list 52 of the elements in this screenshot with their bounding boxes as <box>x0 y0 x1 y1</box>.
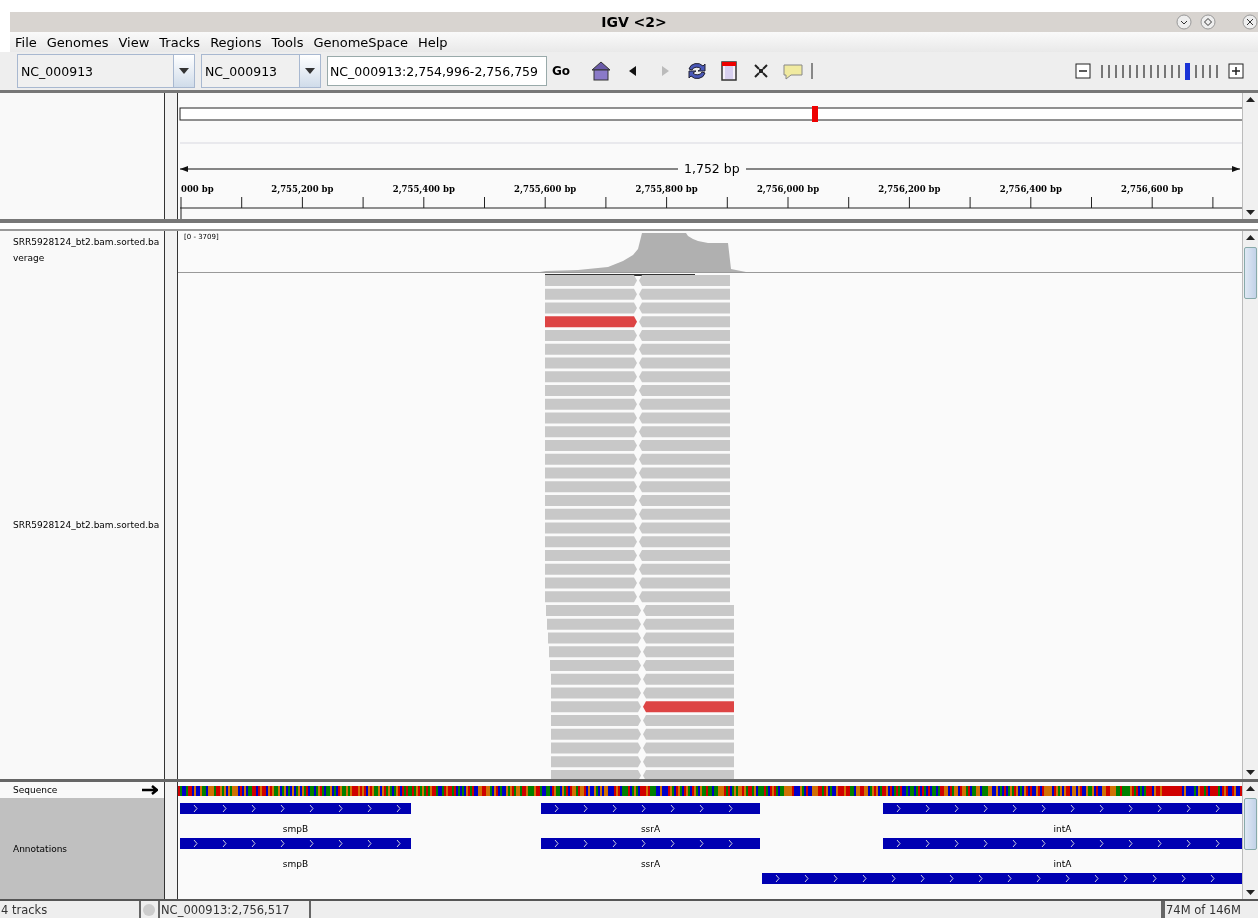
position-label: 2,755,400 bp <box>392 184 455 194</box>
arrow-icon[interactable] <box>142 784 158 796</box>
menu-item[interactable]: Tracks <box>154 34 206 50</box>
window-title: IGV <2> <box>601 14 667 30</box>
minimize-icon[interactable] <box>1176 14 1192 30</box>
span-label: 1,752 bp <box>678 161 746 176</box>
scrollbar-thumb[interactable] <box>1244 247 1257 299</box>
track-name: SRR5928124_bt2.bam.sorted.ba <box>13 519 160 532</box>
gene-label: ssrA <box>640 859 661 869</box>
menu-item[interactable]: Genomes <box>41 34 114 50</box>
gene-label: smpB <box>282 824 309 834</box>
scrollbar[interactable] <box>1242 231 1258 779</box>
scrollbar-thumb[interactable] <box>1244 798 1257 850</box>
position-label: 2,756,200 bp <box>878 184 941 194</box>
chromosome-dropdown[interactable]: NC_000913 <box>201 54 321 88</box>
locus-field[interactable]: NC_000913:2,754,996-2,756,759 <box>327 56 547 86</box>
menu-item[interactable]: Regions <box>205 34 267 50</box>
zoom-slider[interactable] <box>1101 62 1218 80</box>
caret-icon <box>179 68 189 74</box>
track-name: Sequence <box>13 785 58 795</box>
gene-label: intA <box>1053 859 1072 869</box>
maximize-icon[interactable] <box>1200 14 1216 30</box>
track-name: Annotations <box>13 843 68 854</box>
menu-item[interactable]: Help <box>413 34 453 50</box>
menu-item[interactable]: Tools <box>266 34 309 50</box>
scrollbar[interactable] <box>1242 93 1258 219</box>
zoom-in-icon[interactable] <box>1228 63 1244 79</box>
position-label: 2,755,200 bp <box>271 184 334 194</box>
scrollbar[interactable] <box>1242 782 1258 899</box>
position-label: 000 bp <box>181 184 214 194</box>
gene-label: ssrA <box>640 824 661 834</box>
position-label: 2,756,600 bp <box>1121 184 1184 194</box>
close-icon[interactable] <box>1242 14 1258 30</box>
position-label: 2,755,800 bp <box>635 184 698 194</box>
track-name: verage <box>13 252 46 265</box>
zoom-thumb[interactable] <box>1185 62 1190 80</box>
cursor-position: NC_000913:2,756,517 <box>160 901 311 918</box>
caret-icon <box>305 68 315 74</box>
memory-usage: 74M of 146M <box>1163 901 1258 918</box>
track-name: SRR5928124_bt2.bam.sorted.ba <box>13 236 160 249</box>
genome-dropdown[interactable]: NC_000913 <box>17 54 195 88</box>
gene-label: intA <box>1053 824 1072 834</box>
menu-item[interactable]: View <box>113 34 155 50</box>
menu-item[interactable]: File <box>10 34 42 50</box>
position-label: 2,756,000 bp <box>756 184 820 194</box>
gene-label: smpB <box>282 859 309 869</box>
position-label: 2,755,600 bp <box>514 184 577 194</box>
menu-item[interactable]: GenomeSpace <box>308 34 413 50</box>
status-icon <box>142 902 156 917</box>
position-label: 2,756,400 bp <box>999 184 1062 194</box>
zoom-out-icon[interactable] <box>1075 63 1091 79</box>
track-count: 4 tracks <box>0 901 141 918</box>
